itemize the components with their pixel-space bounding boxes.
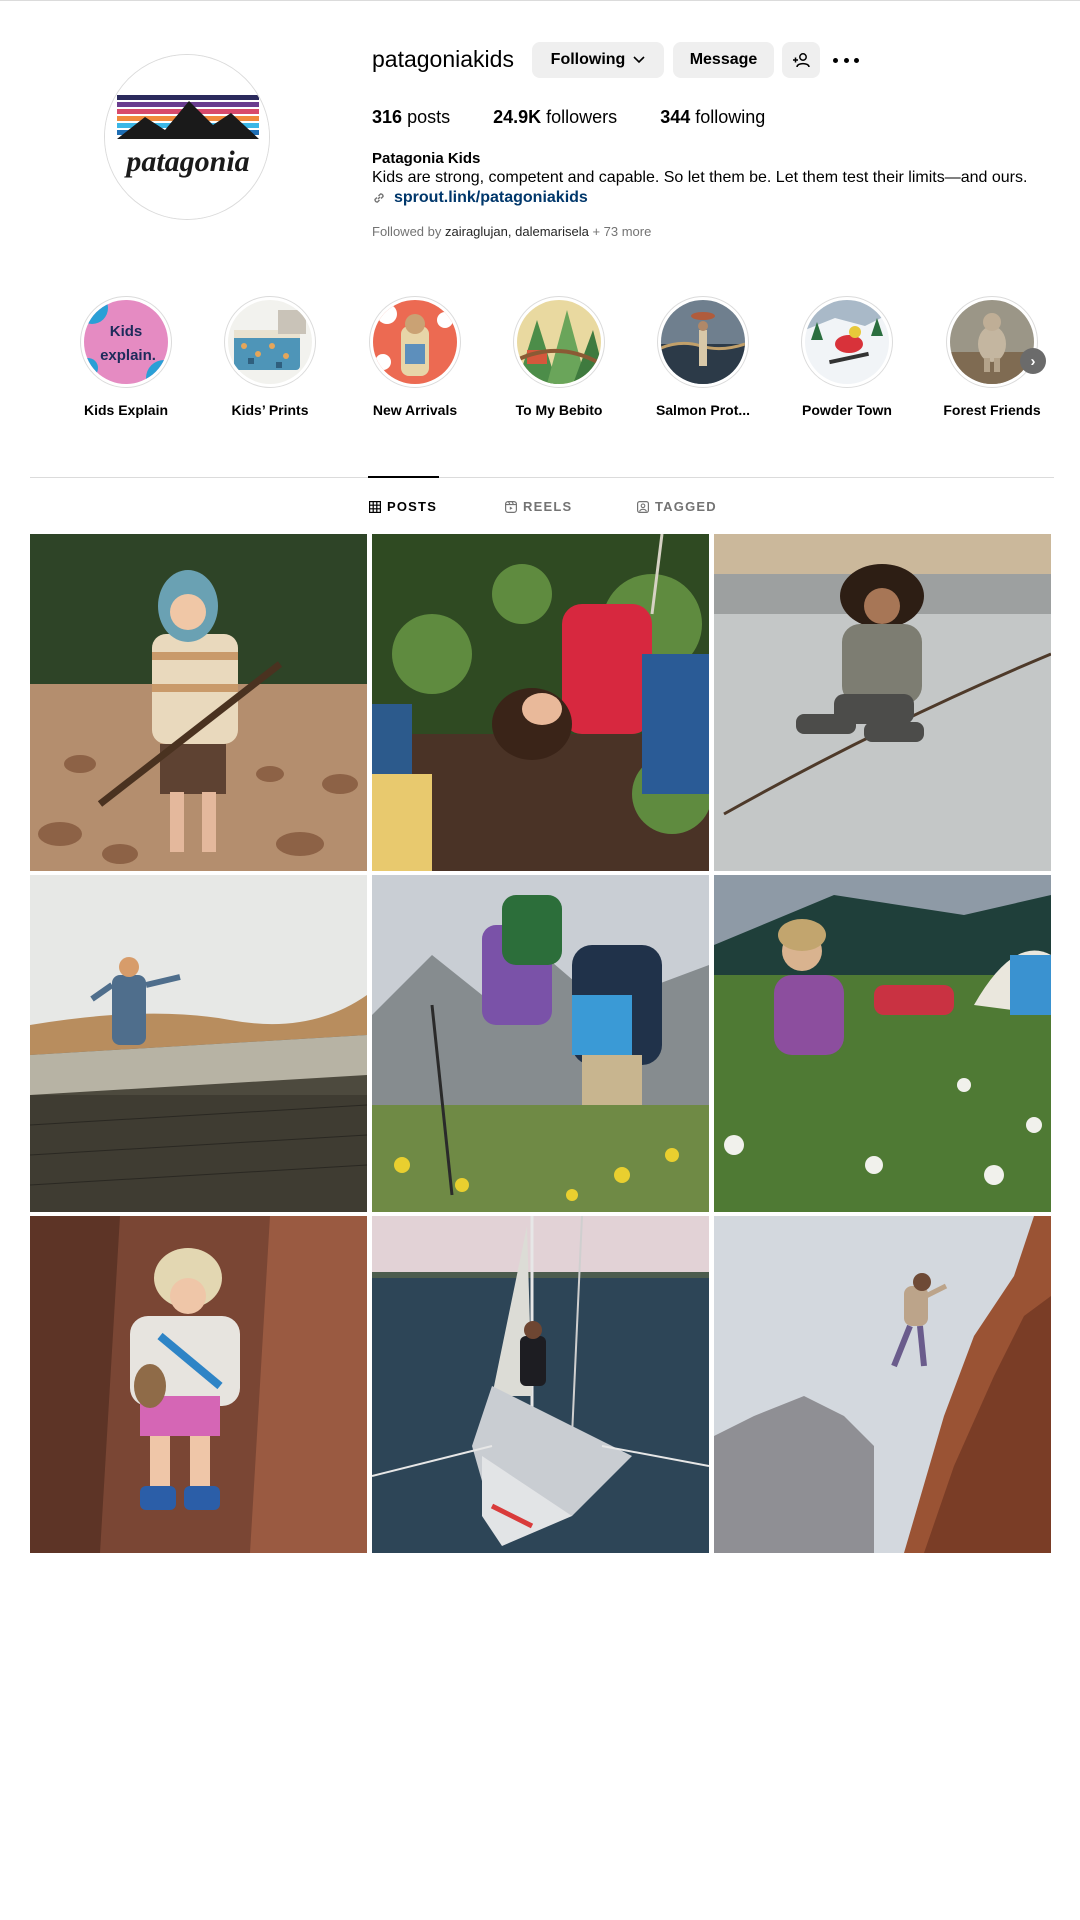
following-button[interactable]: Following <box>532 42 664 78</box>
post-thumbnail[interactable] <box>714 875 1051 1212</box>
highlight-label: New Arrivals <box>372 402 458 418</box>
grid-icon <box>369 500 381 513</box>
highlight-cover <box>805 300 889 384</box>
svg-text:patagonia: patagonia <box>123 145 249 178</box>
svg-text:explain.: explain. <box>100 347 156 364</box>
post-thumbnail[interactable] <box>30 534 367 871</box>
tab-posts[interactable]: POSTS <box>369 499 437 514</box>
profile-avatar[interactable]: patagonia <box>104 54 270 220</box>
highlight-new-arrivals[interactable]: New Arrivals <box>355 296 475 418</box>
highlight-cover: Kids explain. <box>84 300 168 384</box>
patagonia-logo: patagonia <box>105 55 269 219</box>
bio-text: Kids are strong, competent and capable. … <box>372 169 1028 186</box>
profile-username: patagoniakids <box>372 46 514 72</box>
highlight-kids-explain[interactable]: Kids explain. Kids Explain <box>66 296 186 418</box>
tab-reels[interactable]: REELS <box>505 499 572 514</box>
highlight-cover <box>661 300 745 384</box>
post-thumbnail[interactable] <box>30 1216 367 1553</box>
post-image <box>714 875 1051 1212</box>
link-text: sprout.link/patagoniakids <box>394 189 588 206</box>
highlight-to-my-bebito[interactable]: To My Bebito <box>499 296 619 418</box>
active-tab-indicator <box>368 476 439 478</box>
highlight-label: Forest Friends <box>943 402 1041 418</box>
chevron-right-icon[interactable]: › <box>1020 348 1046 374</box>
message-label: Message <box>689 51 758 68</box>
highlight-kids-prints[interactable]: Kids’ Prints <box>210 296 330 418</box>
highlight-label: Kids’ Prints <box>231 402 309 418</box>
bio-link[interactable]: sprout.link/patagoniakids <box>372 189 588 207</box>
highlight-cover <box>950 300 1034 384</box>
post-image <box>30 875 367 1212</box>
more-options-icon[interactable] <box>833 50 859 70</box>
following-stat[interactable]: 344 following <box>660 107 765 128</box>
svg-text:Kids: Kids <box>110 323 143 340</box>
post-image <box>372 875 709 1212</box>
highlight-powder-town[interactable]: Powder Town <box>787 296 907 418</box>
bio-name: Patagonia Kids <box>372 150 481 167</box>
top-border <box>0 0 1080 1</box>
followers-stat[interactable]: 24.9K followers <box>493 107 617 128</box>
post-thumbnail[interactable] <box>372 1216 709 1553</box>
post-thumbnail[interactable] <box>372 875 709 1212</box>
highlight-label: Kids Explain <box>83 402 169 418</box>
post-image <box>372 1216 709 1553</box>
highlight-cover <box>228 300 312 384</box>
chevron-down-icon <box>633 56 645 64</box>
highlight-label: Powder Town <box>802 402 892 418</box>
highlight-cover <box>373 300 457 384</box>
reels-icon <box>505 500 517 513</box>
highlight-cover <box>517 300 601 384</box>
highlight-salmon-protection[interactable]: Salmon Prot... <box>643 296 763 418</box>
post-thumbnail[interactable] <box>30 875 367 1212</box>
post-image <box>372 534 709 871</box>
post-thumbnail[interactable] <box>714 534 1051 871</box>
link-icon <box>374 193 384 203</box>
tab-tagged[interactable]: TAGGED <box>637 499 717 514</box>
tabs-divider <box>30 477 1054 478</box>
post-thumbnail[interactable] <box>372 534 709 871</box>
post-image <box>30 534 367 871</box>
highlight-label: Salmon Prot... <box>655 402 751 418</box>
post-image <box>714 1216 1051 1553</box>
post-image <box>30 1216 367 1553</box>
post-thumbnail[interactable] <box>714 1216 1051 1553</box>
add-person-icon <box>793 53 810 68</box>
highlight-label: To My Bebito <box>515 402 603 418</box>
profile-stats: 316 posts 24.9K followers 344 following <box>372 107 808 128</box>
suggested-users-button[interactable] <box>782 42 820 78</box>
tagged-icon <box>637 500 649 513</box>
posts-stat[interactable]: 316 posts <box>372 107 450 128</box>
followed-by[interactable]: Followed by zairaglujan, dalemarisela + … <box>372 224 651 239</box>
post-image <box>714 534 1051 871</box>
message-button[interactable]: Message <box>673 42 774 78</box>
following-label: Following <box>550 51 626 68</box>
